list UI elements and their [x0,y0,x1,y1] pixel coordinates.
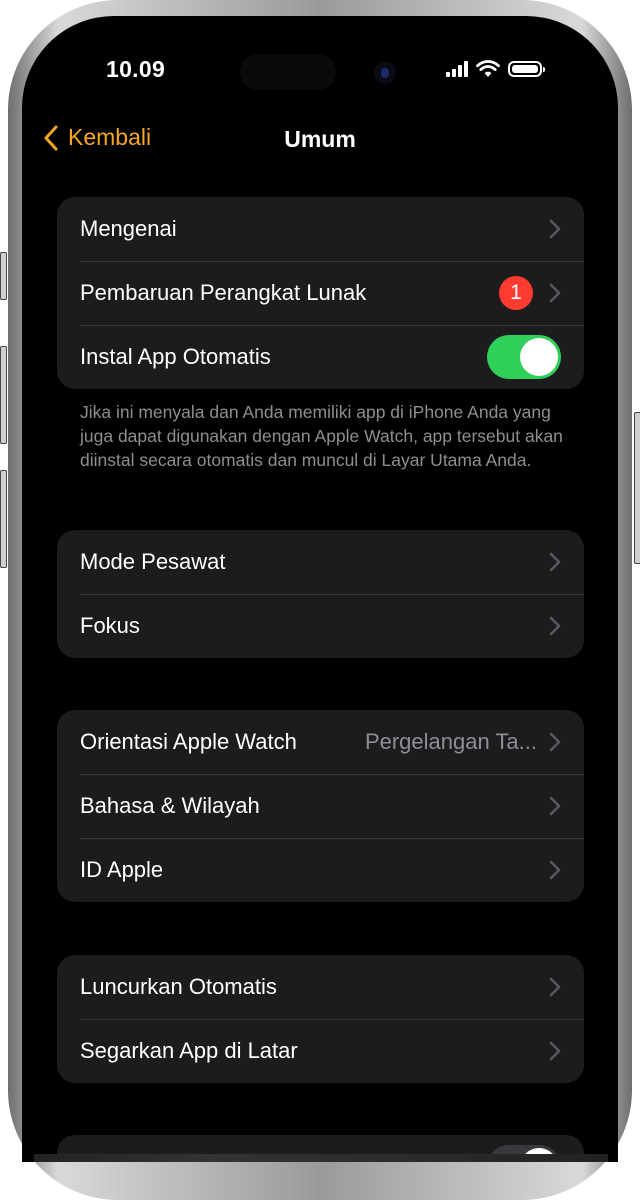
auto-install-toggle[interactable] [487,335,561,379]
status-bar: 10.09 [22,16,618,116]
row-airplane-mode[interactable]: Mode Pesawat [57,530,584,594]
row-language-region[interactable]: Bahasa & Wilayah [57,774,584,838]
notification-badge: 1 [499,276,533,310]
row-label: Pembaruan Perangkat Lunak [80,280,367,305]
dynamic-island [240,54,336,90]
volume-down-button [0,470,7,568]
row-value: Pergelangan Ta... [364,729,537,754]
chevron-right-icon [549,283,561,303]
nav-bar: Kembali Umum [22,120,618,164]
screen: 10.09 Kembali Umum Mengenai Pembaruan Pe… [22,16,618,1162]
row-auto-install: Instal App Otomatis [57,325,584,389]
chevron-right-icon [549,796,561,816]
camera-icon [374,62,396,84]
toggle-knob [520,338,558,376]
row-label: Instal App Otomatis [80,344,271,369]
row-label: ID Apple [80,857,164,882]
wifi-icon [476,60,500,77]
page-title: Umum [284,126,356,152]
chevron-right-icon [549,552,561,572]
row-background-refresh[interactable]: Segarkan App di Latar [57,1019,584,1083]
row-apple-id[interactable]: ID Apple [57,838,584,902]
row-label: Orientasi Apple Watch [80,729,297,754]
row-label: Luncurkan Otomatis [80,974,277,999]
chevron-right-icon [549,219,561,239]
cellular-signal-icon [446,61,468,77]
settings-group-modes: Mode Pesawat Fokus [57,530,584,658]
row-label: Mengenai [80,216,177,241]
side-button [634,412,640,564]
chevron-right-icon [549,732,561,752]
row-label: Segarkan App di Latar [80,1038,298,1063]
battery-icon [508,61,545,77]
row-label: Mode Pesawat [80,549,226,574]
row-watch-orientation[interactable]: Orientasi Apple Watch Pergelangan Ta... [57,710,584,774]
row-label: Fokus [80,613,140,638]
row-mengenai[interactable]: Mengenai [57,197,584,261]
chevron-right-icon [549,1041,561,1061]
status-time: 10.09 [106,56,166,82]
status-icons [446,60,545,78]
auto-install-footnote: Jika ini menyala dan Anda memiliki app d… [80,402,563,470]
row-focus[interactable]: Fokus [57,594,584,658]
row-auto-launch[interactable]: Luncurkan Otomatis [57,955,584,1019]
settings-group-apps: Luncurkan Otomatis Segarkan App di Latar [57,955,584,1083]
row-software-update[interactable]: Pembaruan Perangkat Lunak 1 [57,261,584,325]
bottom-overlay-bar [34,1154,608,1162]
row-label: Bahasa & Wilayah [80,793,260,818]
volume-up-button [0,346,7,444]
settings-group-device: Orientasi Apple Watch Pergelangan Ta... … [57,710,584,902]
chevron-right-icon [549,977,561,997]
action-button [0,252,7,300]
chevron-right-icon [549,860,561,880]
settings-group-general: Mengenai Pembaruan Perangkat Lunak 1 Ins… [57,197,584,389]
chevron-right-icon [549,616,561,636]
